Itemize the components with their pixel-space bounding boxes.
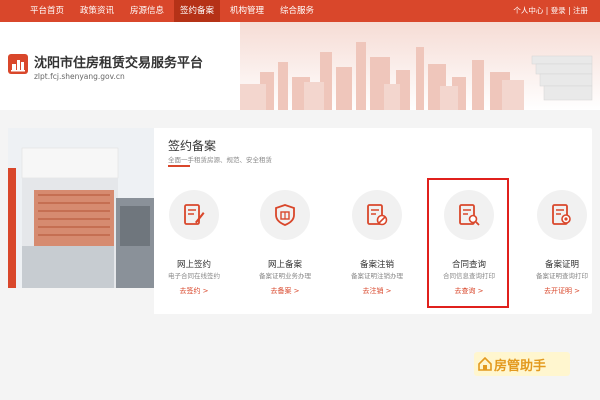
section-subtitle: 全面一手租赁房源、规范、安全租赁	[168, 156, 272, 164]
card-title: 网上签约	[176, 260, 211, 270]
go-cancel-link[interactable]: 去注销 >	[342, 286, 412, 296]
card-description: 备案证明注销办理	[351, 272, 403, 280]
cancel-filing-icon	[352, 190, 402, 240]
user-center-link[interactable]: 个人中心	[513, 6, 543, 15]
building-image	[8, 128, 154, 314]
certificate-icon	[537, 190, 587, 240]
city-skyline-illustration	[240, 22, 600, 110]
nav-item-listings[interactable]: 房源信息	[124, 0, 170, 22]
card-filing-cancel[interactable]: 备案注销 备案证明注销办理 去注销 >	[342, 190, 412, 300]
site-url: zlpt.fcj.shenyang.gov.cn	[34, 72, 125, 81]
watermark-badge: 房管助手	[474, 352, 570, 376]
go-filing-link[interactable]: 去备案 >	[250, 286, 320, 296]
card-filing-certificate[interactable]: 备案证明 备案证明查询打印 去开证明 >	[527, 190, 597, 300]
go-sign-link[interactable]: 去签约 >	[159, 286, 229, 296]
site-title: 沈阳市住房租赁交易服务平台	[34, 56, 204, 71]
card-online-sign[interactable]: 网上签约 电子合同在线签约 去签约 >	[159, 190, 229, 300]
watermark-text: 房管助手	[494, 359, 547, 374]
nav-item-contract-filing[interactable]: 签约备案	[174, 0, 221, 22]
link-separator: |	[545, 6, 549, 15]
section-title: 签约备案	[168, 139, 217, 153]
go-certificate-link[interactable]: 去开证明 >	[527, 286, 597, 296]
nav-item-agency[interactable]: 机构管理	[224, 0, 270, 22]
user-links: 个人中心 | 登录 | 注册	[513, 0, 588, 22]
nav-item-policy[interactable]: 政策资讯	[74, 0, 120, 22]
section-title-underline	[168, 165, 190, 167]
site-logo[interactable]	[8, 54, 28, 74]
login-link[interactable]: 登录	[551, 6, 566, 15]
nav-item-home[interactable]: 平台首页	[24, 0, 70, 22]
card-online-filing[interactable]: 网上备案 备案证明业务办理 去备案 >	[250, 190, 320, 300]
card-description: 电子合同在线签约	[168, 272, 220, 280]
register-link[interactable]: 注册	[573, 6, 588, 15]
filing-shield-icon	[260, 190, 310, 240]
contract-sign-icon	[169, 190, 219, 240]
card-title: 网上备案	[267, 260, 302, 270]
highlight-annotation-box	[427, 178, 509, 308]
card-title: 备案证明	[544, 260, 579, 270]
house-icon	[478, 357, 492, 371]
site-header: 沈阳市住房租赁交易服务平台 zlpt.fcj.shenyang.gov.cn	[0, 22, 600, 110]
link-separator: |	[568, 6, 571, 15]
nav-item-services[interactable]: 综合服务	[274, 0, 320, 22]
card-description: 备案证明业务办理	[259, 272, 311, 280]
top-nav-bar: 平台首页 政策资讯 房源信息 签约备案 机构管理 综合服务 个人中心 | 登录 …	[0, 0, 600, 22]
card-description: 备案证明查询打印	[536, 272, 588, 280]
card-title: 备案注销	[359, 260, 394, 270]
